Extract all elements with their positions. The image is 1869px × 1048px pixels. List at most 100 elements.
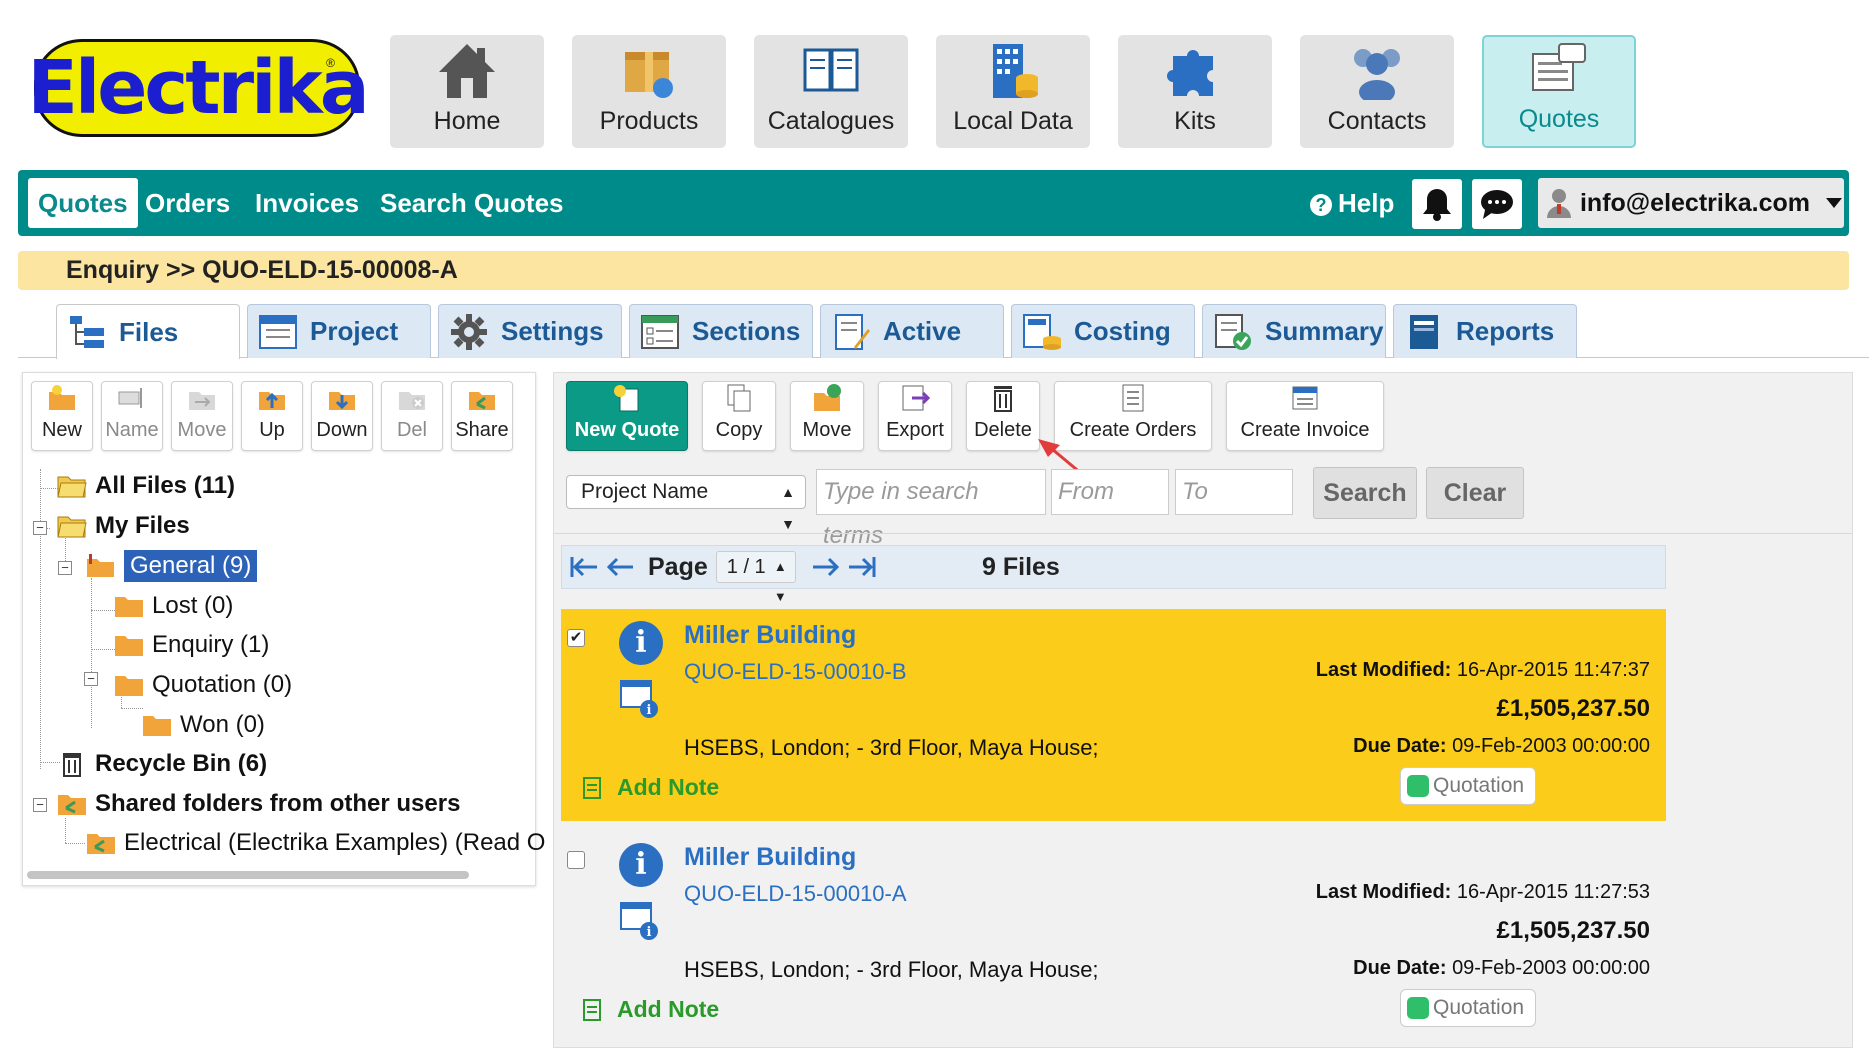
tab-project[interactable]: Project (247, 304, 431, 358)
tree-electrical-shared[interactable]: Electrical (Electrika Examples) (Read O (86, 826, 545, 860)
nav-quotes-link[interactable]: Quotes (28, 178, 138, 228)
new-document-icon (611, 383, 643, 413)
tree-quotation[interactable]: Quotation (0) (114, 668, 292, 702)
app-local-data-button[interactable]: Local Data (936, 35, 1090, 148)
quote-row-checkbox[interactable]: ✔ (567, 629, 585, 647)
quote-row-checkbox[interactable] (567, 851, 585, 869)
due-date: Due Date: 09-Feb-2003 00:00:00 (1353, 957, 1650, 979)
add-note-link[interactable]: Add Note (583, 774, 719, 801)
status-dot-icon (1407, 997, 1429, 1019)
tab-reports[interactable]: Reports (1393, 304, 1577, 358)
clear-button[interactable]: Clear (1426, 467, 1524, 519)
tab-costing[interactable]: Costing (1011, 304, 1195, 358)
window-info-icon[interactable]: i (619, 901, 659, 941)
window-info-icon[interactable]: i (619, 679, 659, 719)
messages-button[interactable] (1472, 179, 1522, 229)
products-box-icon (619, 41, 679, 101)
search-button[interactable]: Search (1313, 467, 1417, 519)
tree-recycle-bin[interactable]: Recycle Bin (6) (57, 747, 267, 781)
share-folder-button[interactable]: Share (451, 381, 513, 451)
file-tree-panel: New Name Move Up Down Del Share − − − − … (22, 372, 545, 886)
previous-page-icon[interactable] (602, 552, 638, 582)
nav-orders-link[interactable]: Orders (145, 170, 230, 236)
last-page-icon[interactable] (844, 552, 880, 582)
help-link[interactable]: ? Help (1310, 170, 1394, 236)
delete-folder-button[interactable]: Del (381, 381, 443, 451)
page-label: Page (648, 552, 708, 581)
people-icon (1347, 41, 1407, 101)
add-note-link[interactable]: Add Note (583, 996, 719, 1023)
collapse-shared-toggle[interactable]: − (33, 798, 47, 812)
folder-icon (115, 597, 143, 617)
search-terms-input[interactable]: Type in search terms (816, 469, 1046, 549)
tree-won[interactable]: Won (0) (142, 708, 265, 742)
folder-down-button[interactable]: Down (311, 381, 373, 451)
last-modified: Last Modified: 16-Apr-2015 11:27:53 (1315, 881, 1650, 903)
window-icon (258, 313, 298, 351)
delete-folder-icon (396, 383, 428, 413)
new-quote-button[interactable]: New Quote (566, 381, 688, 451)
folder-up-button[interactable]: Up (241, 381, 303, 451)
notifications-button[interactable] (1412, 179, 1462, 229)
quote-row[interactable]: ✔ i i Miller Building QUO-ELD-15-00010-B… (561, 609, 1666, 821)
rename-folder-button[interactable]: Name (101, 381, 163, 451)
page-select[interactable]: 1 / 1 ▲ ▼ (715, 551, 796, 604)
app-products-button[interactable]: Products (572, 35, 726, 148)
next-page-icon[interactable] (808, 552, 844, 582)
tab-active[interactable]: Active (820, 304, 1004, 358)
user-menu[interactable]: info@electrika.com (1538, 178, 1844, 228)
quote-title[interactable]: Miller Building (684, 621, 856, 650)
tab-summary[interactable]: Summary (1202, 304, 1386, 358)
folder-icon (115, 676, 143, 696)
nav-invoices-link[interactable]: Invoices (255, 170, 359, 236)
nav-search-quotes-link[interactable]: Search Quotes (380, 170, 564, 236)
quote-row[interactable]: i i Miller Building QUO-ELD-15-00010-A H… (561, 831, 1666, 1043)
trash-icon (63, 753, 81, 777)
user-icon (1546, 189, 1571, 218)
tab-sections[interactable]: Sections (629, 304, 813, 358)
export-icon (899, 383, 931, 413)
quote-number[interactable]: QUO-ELD-15-00010-B (684, 659, 907, 685)
collapse-general-toggle[interactable]: − (58, 561, 72, 575)
delete-quote-button[interactable]: Delete (966, 381, 1040, 451)
app-kits-button[interactable]: Kits (1118, 35, 1272, 148)
app-home-button[interactable]: Home (390, 35, 544, 148)
create-invoice-button[interactable]: Create Invoice (1226, 381, 1384, 451)
move-quote-button[interactable]: Move (790, 381, 864, 451)
help-icon: ? (1310, 194, 1332, 217)
tree-enquiry[interactable]: Enquiry (1) (114, 628, 269, 662)
caret-down-icon (1826, 198, 1842, 208)
tree-shared-folders[interactable]: Shared folders from other users (57, 787, 460, 821)
home-icon (437, 41, 497, 101)
new-folder-button[interactable]: New (31, 381, 93, 451)
app-quotes-button[interactable]: Quotes (1482, 35, 1636, 148)
collapse-my-files-toggle[interactable]: − (33, 521, 47, 535)
quote-title[interactable]: Miller Building (684, 843, 856, 872)
toolbar-divider (554, 533, 1852, 534)
electrika-logo[interactable]: Electrika ® (27, 39, 370, 137)
info-icon[interactable]: i (619, 843, 663, 887)
date-to-input[interactable]: To (1175, 469, 1293, 515)
copy-quote-button[interactable]: Copy (702, 381, 776, 451)
tab-files[interactable]: Files (56, 304, 240, 359)
quote-number[interactable]: QUO-ELD-15-00010-A (684, 881, 907, 907)
tree-lost[interactable]: Lost (0) (114, 589, 233, 623)
breadcrumb: Enquiry >> QUO-ELD-15-00008-A (18, 251, 1849, 290)
export-quote-button[interactable]: Export (878, 381, 952, 451)
collapse-quotation-toggle[interactable]: − (84, 672, 98, 686)
app-contacts-button[interactable]: Contacts (1300, 35, 1454, 148)
info-icon[interactable]: i (619, 621, 663, 665)
move-folder-button[interactable]: Move (171, 381, 233, 451)
date-from-input[interactable]: From (1051, 469, 1169, 515)
tree-horizontal-scrollbar[interactable] (27, 871, 469, 879)
tree-my-files[interactable]: My Files (57, 509, 190, 543)
quote-address: HSEBS, London; - 3rd Floor, Maya House; (684, 957, 1099, 982)
summary-check-icon (1213, 313, 1253, 351)
first-page-icon[interactable] (566, 552, 602, 582)
tab-settings[interactable]: Settings (438, 304, 622, 358)
tree-all-files[interactable]: All Files (11) (57, 469, 235, 503)
search-field-select[interactable]: Project Name ▲ ▼ (566, 475, 806, 532)
app-catalogues-button[interactable]: Catalogues (754, 35, 908, 148)
tree-general[interactable]: General (9) (86, 549, 258, 583)
select-arrows-icon: ▲ ▼ (773, 559, 787, 604)
